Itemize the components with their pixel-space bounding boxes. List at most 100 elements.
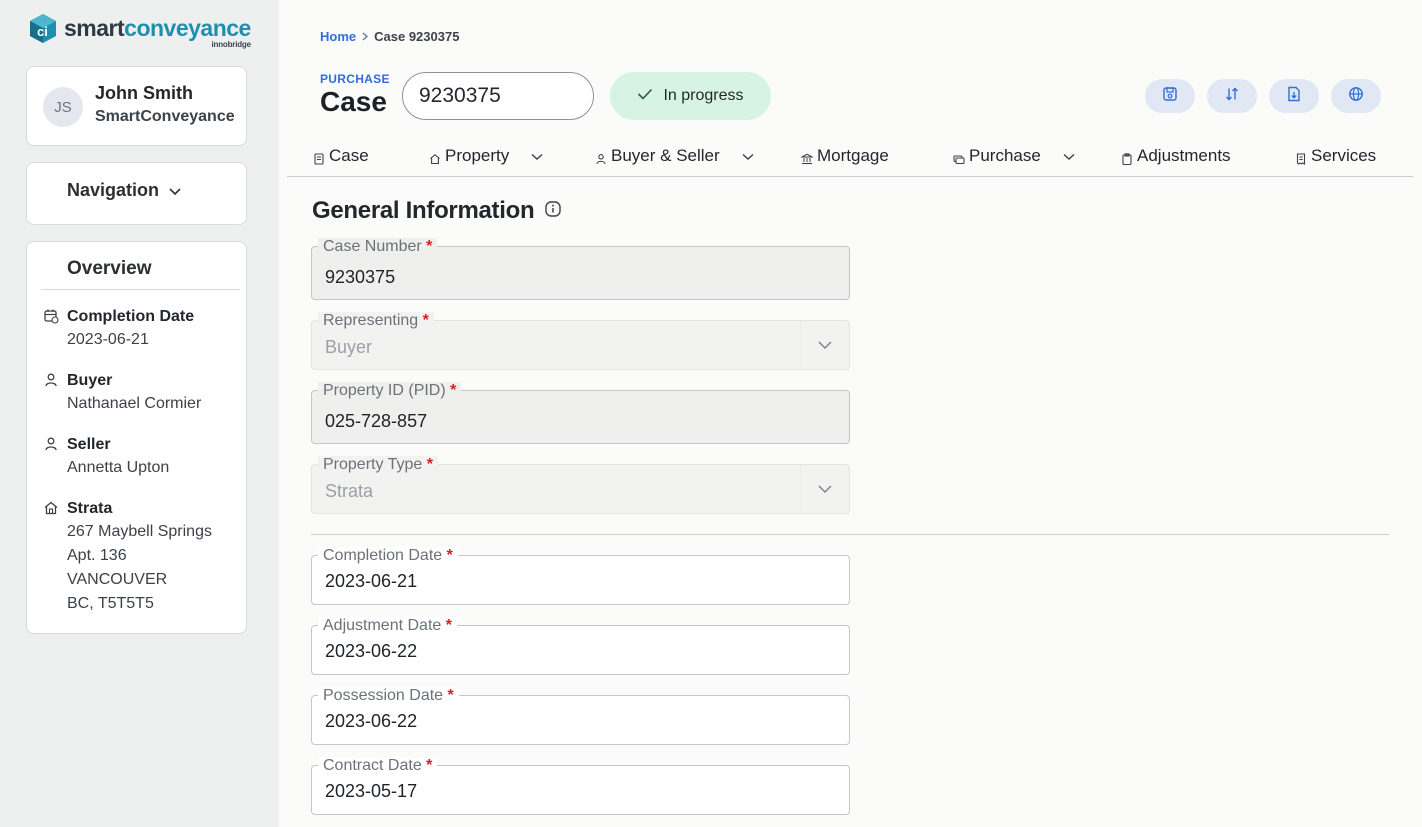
field-label: Adjustment Date xyxy=(323,617,442,634)
possession-date-field[interactable]: Possession Date * 2023-06-22 xyxy=(311,687,850,745)
overview-value: Annetta Upton xyxy=(67,459,170,476)
case-number-input[interactable] xyxy=(402,72,594,120)
logo-mark-icon: ci xyxy=(28,12,58,44)
svg-text:ci: ci xyxy=(37,24,48,39)
required-marker: * xyxy=(422,312,429,329)
tab-bar: Case Property Buyer & Seller Mortgage Pu… xyxy=(287,140,1413,177)
sort-icon xyxy=(1224,86,1240,107)
overview-item-completion-date: Completion Date 2023-06-21 xyxy=(43,306,243,352)
save-button[interactable] xyxy=(1145,79,1195,113)
field-value: Buyer xyxy=(325,337,373,357)
case-kind: PURCHASE xyxy=(320,72,390,86)
tab-mortgage[interactable]: Mortgage xyxy=(799,146,889,166)
overview-label: Completion Date xyxy=(67,308,195,325)
chevron-right-icon xyxy=(362,30,369,44)
field-value: 9230375 xyxy=(325,267,396,287)
person-icon xyxy=(595,150,607,165)
tab-purchase[interactable]: Purchase xyxy=(953,146,1075,166)
overview-label: Strata xyxy=(67,500,113,517)
field-label: Case Number xyxy=(323,238,422,255)
divider xyxy=(41,289,240,290)
completion-date-field[interactable]: Completion Date * 2023-06-21 xyxy=(311,547,850,605)
globe-icon xyxy=(1348,86,1364,107)
required-marker: * xyxy=(426,757,433,774)
bank-icon xyxy=(799,150,815,165)
money-icon xyxy=(953,150,965,165)
receipt-icon xyxy=(1295,150,1307,166)
chevron-down-icon xyxy=(531,146,543,166)
field-label: Contract Date xyxy=(323,757,422,774)
info-icon[interactable] xyxy=(544,197,562,225)
field-value: 2023-06-21 xyxy=(325,571,418,591)
divider xyxy=(311,534,1389,535)
tab-services[interactable]: Services xyxy=(1295,146,1376,166)
adjustment-date-field[interactable]: Adjustment Date * 2023-06-22 xyxy=(311,617,850,675)
sort-button[interactable] xyxy=(1207,79,1257,113)
user-card[interactable]: JS John Smith SmartConveyance xyxy=(26,66,247,146)
brand-sub: innobridge xyxy=(211,40,252,49)
user-name: John Smith xyxy=(95,83,193,103)
tab-case[interactable]: Case xyxy=(313,146,369,166)
field-value: 2023-05-17 xyxy=(325,781,418,801)
field-value: Strata xyxy=(325,481,374,501)
required-marker: * xyxy=(426,238,433,255)
home-icon xyxy=(429,150,441,165)
overview-item-seller: Seller Annetta Upton xyxy=(43,434,243,480)
section-title-text: General Information xyxy=(312,197,535,224)
brand-name-part2: conveyance xyxy=(124,15,251,41)
overview-value: Apt. 136 xyxy=(67,547,127,564)
document-icon xyxy=(313,150,325,165)
status-badge[interactable]: In progress xyxy=(610,72,771,120)
home-icon xyxy=(43,500,59,516)
field-label: Completion Date xyxy=(323,547,443,564)
tab-adjustments[interactable]: Adjustments xyxy=(1121,146,1231,166)
field-value: 2023-06-22 xyxy=(325,711,418,731)
case-number-field[interactable]: Case Number * 9230375 xyxy=(311,238,850,300)
download-button[interactable] xyxy=(1269,79,1319,113)
status-text: In progress xyxy=(663,87,744,104)
overview-item-buyer: Buyer Nathanael Cormier xyxy=(43,370,243,416)
navigation-card[interactable]: Navigation xyxy=(26,162,247,225)
check-icon xyxy=(637,87,653,105)
property-type-select[interactable]: Property Type * Strata xyxy=(311,456,850,514)
field-label: Possession Date xyxy=(323,687,444,704)
clipboard-icon xyxy=(1121,150,1133,166)
tab-label: Buyer & Seller xyxy=(611,146,720,165)
overview-label: Buyer xyxy=(67,372,113,389)
overview-value: VANCOUVER xyxy=(67,571,168,588)
tab-label: Case xyxy=(329,146,369,165)
tab-label: Services xyxy=(1311,146,1377,165)
breadcrumb-home-link[interactable]: Home xyxy=(320,29,356,44)
overview-title: Overview xyxy=(67,258,152,279)
brand-logo[interactable]: ci smartconveyance innobridge xyxy=(28,12,251,49)
avatar: JS xyxy=(43,87,83,127)
required-marker: * xyxy=(447,687,454,704)
tab-label: Purchase xyxy=(969,146,1041,165)
tab-label: Mortgage xyxy=(817,146,889,165)
sidebar: ci smartconveyance innobridge JS John Sm… xyxy=(0,0,279,827)
property-id-field[interactable]: Property ID (PID) * 025-728-857 xyxy=(311,382,850,444)
required-marker: * xyxy=(446,547,453,564)
field-label: Property ID (PID) xyxy=(323,382,446,399)
tab-property[interactable]: Property xyxy=(429,146,543,166)
file-download-icon xyxy=(1286,86,1302,107)
representing-select[interactable]: Representing * Buyer xyxy=(311,312,850,370)
field-value: 025-728-857 xyxy=(325,411,428,431)
calendar-icon xyxy=(43,308,59,324)
field-label: Representing xyxy=(323,312,419,329)
globe-button[interactable] xyxy=(1331,79,1381,113)
navigation-label: Navigation xyxy=(67,180,160,200)
overview-item-strata: Strata 267 Maybell Springs Apt. 136 VANC… xyxy=(43,498,243,616)
person-icon xyxy=(43,436,59,452)
chevron-down-icon xyxy=(800,321,849,369)
overview-value: Nathanael Cormier xyxy=(67,395,202,412)
breadcrumb: Home Case 9230375 xyxy=(320,29,459,44)
tab-label: Adjustments xyxy=(1137,146,1231,165)
required-marker: * xyxy=(450,382,457,399)
tab-buyer-seller[interactable]: Buyer & Seller xyxy=(595,146,754,166)
contract-date-field[interactable]: Contract Date * 2023-05-17 xyxy=(311,757,850,815)
chevron-down-icon xyxy=(1063,146,1075,166)
field-label: Property Type xyxy=(323,456,423,473)
person-icon xyxy=(43,372,59,388)
overview-value: BC, T5T5T5 xyxy=(67,595,154,612)
